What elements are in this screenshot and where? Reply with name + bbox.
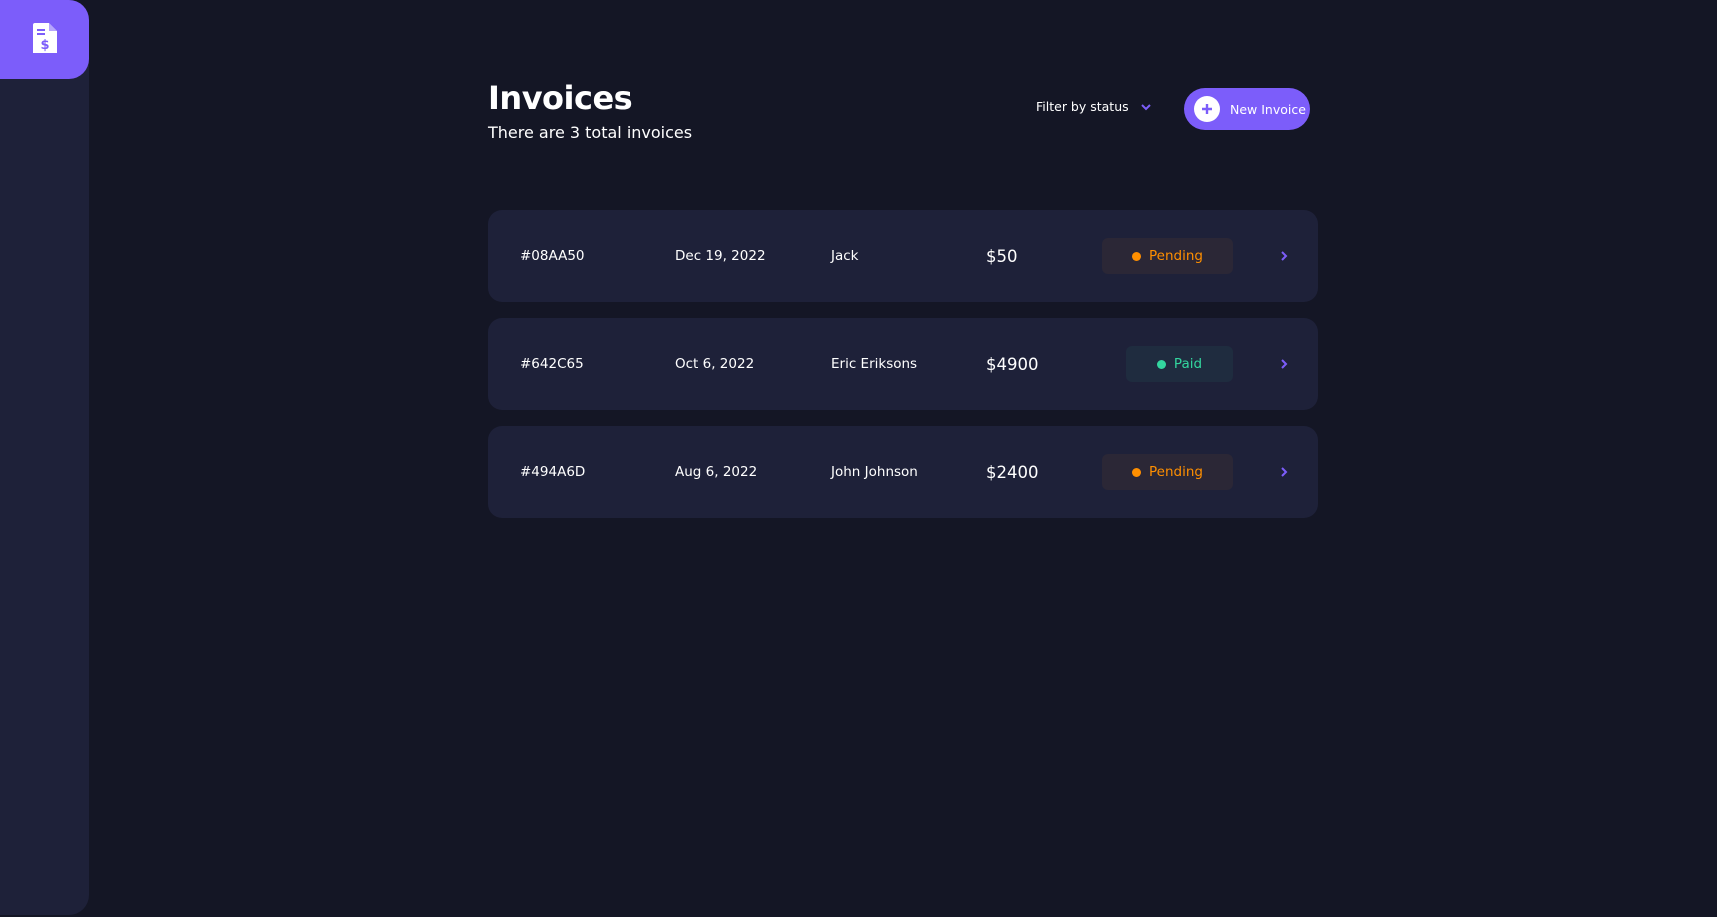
chevron-right-icon[interactable] [1281,426,1288,518]
status-label: Paid [1173,356,1203,372]
client-name: Eric Eriksons [831,356,918,372]
status-label: Pending [1149,248,1203,264]
filter-by-status-dropdown[interactable]: Filter by status [1036,99,1151,114]
status-dot [1132,251,1142,261]
svg-text:$: $ [40,38,49,53]
chevron-right-icon[interactable] [1281,210,1288,302]
invoice-id: #642C65 [520,356,584,372]
invoice-list: #08AA50 Dec 19, 2022 Jack $50 Pending #6… [488,210,1318,534]
plus-icon [1194,96,1220,122]
status-dot [1156,359,1166,369]
new-invoice-button[interactable]: New Invoice [1184,88,1310,130]
client-name: John Johnson [831,464,918,480]
logo-button[interactable]: $ [0,0,89,79]
new-invoice-label: New Invoice [1230,101,1306,117]
client-name: Jack [831,248,859,264]
invoice-date: Aug 6, 2022 [675,464,758,480]
chevron-right-icon[interactable] [1281,318,1288,410]
app-root: $ Invoices There are 3 total invoices Fi… [0,0,1717,917]
status-badge: Paid [1126,346,1233,382]
invoice-amount: $50 [986,246,1018,266]
page-title: Invoices [488,79,633,117]
invoice-row[interactable]: #08AA50 Dec 19, 2022 Jack $50 Pending [488,210,1318,302]
status-badge: Pending [1102,238,1233,274]
chevron-down-icon [1140,99,1151,114]
status-badge: Pending [1102,454,1233,490]
invoice-dollar-icon: $ [32,22,57,57]
invoice-id: #494A6D [520,464,586,480]
sidebar: $ [0,0,89,915]
status-dot [1132,467,1142,477]
invoice-row[interactable]: #642C65 Oct 6, 2022 Eric Eriksons $4900 … [488,318,1318,410]
invoice-amount: $4900 [986,354,1039,374]
invoice-amount: $2400 [986,462,1039,482]
invoice-date: Oct 6, 2022 [675,356,755,372]
invoice-count: There are 3 total invoices [488,123,693,142]
status-label: Pending [1149,464,1203,480]
invoice-date: Dec 19, 2022 [675,248,766,264]
invoice-id: #08AA50 [520,248,585,264]
invoice-row[interactable]: #494A6D Aug 6, 2022 John Johnson $2400 P… [488,426,1318,518]
filter-label: Filter by status [1036,99,1129,114]
